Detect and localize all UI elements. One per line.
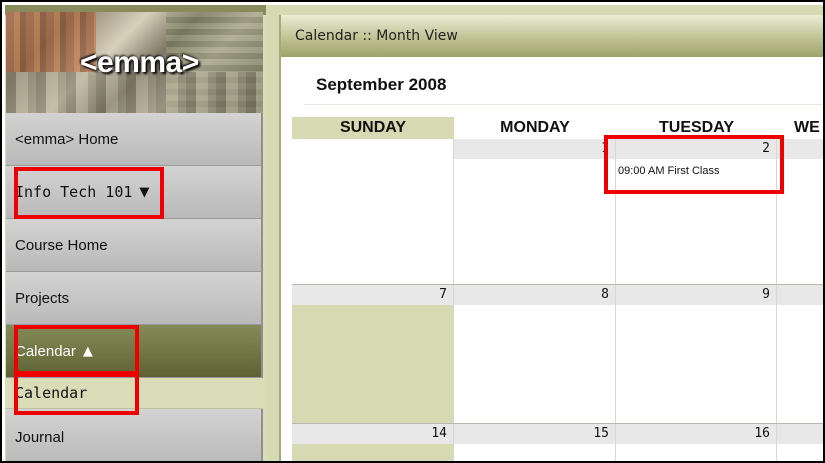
day-body	[454, 159, 615, 284]
calendar-day-cell[interactable]	[777, 424, 823, 461]
weekday-header-wednesday: WE	[777, 117, 823, 139]
day-body: 09:00 AM First Class	[616, 159, 776, 284]
emma-logo[interactable]: <emma>	[6, 12, 263, 113]
sidebar-item-projects[interactable]: Projects	[6, 272, 263, 325]
day-number: 9	[616, 285, 776, 305]
day-number: 1	[454, 139, 615, 159]
day-body	[292, 444, 453, 461]
day-body	[454, 305, 615, 423]
day-number: 7	[292, 285, 453, 305]
sidebar-item-emma-home[interactable]: <emma> Home	[6, 113, 263, 166]
sidebar-item-label: Info Tech 101	[15, 183, 133, 201]
screenshot-frame: <emma> <emma> Home Info Tech 101 ▼ Cours…	[0, 0, 825, 463]
day-number	[777, 139, 823, 159]
weekday-header-monday: MONDAY	[454, 117, 616, 139]
calendar-day-cell[interactable]: 2 09:00 AM First Class	[616, 139, 777, 284]
caret-down-icon[interactable]: ▼	[139, 185, 149, 200]
month-header: September 2008	[304, 65, 823, 105]
logo-text: <emma>	[80, 46, 199, 79]
sidebar-item-label: Journal	[15, 428, 65, 446]
caret-up-icon[interactable]: ▲	[83, 344, 93, 359]
calendar-day-cell[interactable]: 1	[454, 139, 616, 284]
calendar-day-cell[interactable]: 8	[454, 285, 616, 423]
sidebar-item-calendar[interactable]: Calendar ▲	[6, 325, 263, 378]
day-number: 16	[616, 424, 776, 444]
sidebar-item-label: Projects	[15, 289, 70, 307]
day-body	[777, 159, 823, 284]
calendar-day-cell[interactable]: 14	[292, 424, 454, 461]
calendar-day-cell[interactable]	[292, 139, 454, 284]
page-title-bar: Calendar :: Month View	[281, 15, 823, 57]
calendar-day-cell[interactable]: 9	[616, 285, 777, 423]
page-title: Calendar :: Month View	[295, 28, 458, 44]
month-label: September 2008	[316, 74, 447, 94]
day-number: 14	[292, 424, 453, 444]
calendar-day-cell[interactable]: 15	[454, 424, 616, 461]
weekday-header-tuesday: TUESDAY	[616, 117, 777, 139]
day-number	[777, 424, 823, 444]
day-body	[777, 444, 823, 461]
calendar-day-cell[interactable]	[777, 139, 823, 284]
day-body	[292, 305, 453, 423]
sidebar-item-info-tech-101[interactable]: Info Tech 101 ▼	[6, 166, 263, 219]
sidebar-item-journal[interactable]: Journal	[6, 409, 263, 461]
day-body	[616, 444, 776, 461]
calendar-day-cell[interactable]: 16	[616, 424, 777, 461]
day-number	[292, 139, 453, 159]
weekday-header-sunday: SUNDAY	[292, 117, 454, 139]
sidebar-item-label: Course Home	[15, 236, 108, 254]
day-body	[777, 305, 823, 423]
sidebar-item-label: <emma> Home	[15, 130, 119, 148]
calendar-day-cell[interactable]: 7	[292, 285, 454, 423]
month-calendar: SUNDAY MONDAY TUESDAY WE 1 2 09:00 AM Fi…	[292, 117, 823, 461]
day-number: 15	[454, 424, 615, 444]
sidebar-item-label: Calendar	[15, 342, 76, 360]
sidebar-item-course-home[interactable]: Course Home	[6, 219, 263, 272]
sidebar-subitem-calendar[interactable]: Calendar	[6, 378, 263, 409]
day-body	[292, 159, 453, 284]
sidebar-item-label: Calendar	[15, 384, 88, 402]
day-number	[777, 285, 823, 305]
day-number: 2	[616, 139, 776, 159]
day-body	[454, 444, 615, 461]
calendar-day-cell[interactable]	[777, 285, 823, 423]
day-number: 8	[454, 285, 615, 305]
calendar-event[interactable]: 09:00 AM First Class	[618, 165, 719, 177]
day-body	[616, 305, 776, 423]
